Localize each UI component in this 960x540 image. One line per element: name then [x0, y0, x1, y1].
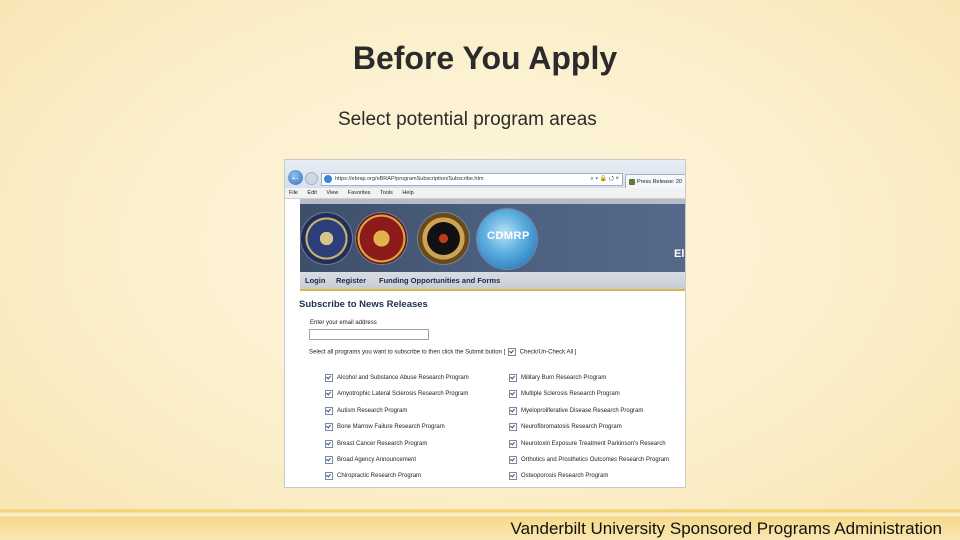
- browser-tab[interactable]: Press Release: 20: [625, 174, 685, 189]
- program-checkbox[interactable]: [325, 390, 333, 399]
- program-label: Neurofibromatosis Research Program: [521, 424, 622, 431]
- program-label: Alcohol and Substance Abuse Research Pro…: [337, 375, 469, 381]
- email-label: Enter your email address: [310, 320, 377, 326]
- dod-seal-icon: [301, 213, 352, 264]
- usamrmc-seal-icon: [418, 213, 469, 264]
- back-arrow-icon[interactable]: ←: [288, 170, 303, 185]
- program-checkbox[interactable]: [325, 455, 333, 464]
- program-label: Autism Research Program: [337, 407, 408, 414]
- nav-login[interactable]: Login: [305, 272, 325, 289]
- address-bar: ← https://ebrap.org/eBRAP/programSubscri…: [285, 160, 685, 189]
- program-checkbox[interactable]: [509, 439, 517, 448]
- program-checkbox[interactable]: [509, 390, 517, 399]
- banner-edge-text: El: [674, 248, 685, 260]
- program-checkbox[interactable]: [509, 423, 517, 432]
- program-checkbox[interactable]: [509, 374, 517, 382]
- tab-favicon-icon: [629, 178, 635, 185]
- program-label: Multiple Sclerosis Research Program: [521, 391, 620, 398]
- program-label: Bone Marrow Failure Research Program: [337, 424, 445, 431]
- menu-help[interactable]: Help: [402, 190, 413, 196]
- program-label: Neurotoxin Exposure Treatment Parkinson'…: [521, 440, 666, 447]
- menu-favorites[interactable]: Favorites: [348, 190, 371, 196]
- menu-tools[interactable]: Tools: [380, 190, 393, 196]
- slide-title: Before You Apply: [352, 40, 618, 76]
- page-gutter: [285, 199, 300, 487]
- cdmrp-logo-text: CDMRP: [487, 230, 530, 242]
- nav-register[interactable]: Register: [336, 272, 366, 289]
- program-checkbox[interactable]: [325, 439, 333, 448]
- program-label: Breast Cancer Research Program: [337, 440, 428, 447]
- program-checkbox[interactable]: [325, 406, 333, 415]
- program-label: Myeloproliferative Disease Research Prog…: [521, 407, 644, 414]
- select-all-instructions: Select all programs you want to subscrib…: [309, 349, 506, 356]
- browser-screenshot: ← https://ebrap.org/eBRAP/programSubscri…: [285, 160, 685, 487]
- menu-view[interactable]: View: [326, 190, 338, 196]
- url-input[interactable]: https://ebrap.org/eBRAP/programSubscript…: [321, 173, 623, 186]
- program-checkbox[interactable]: [509, 472, 517, 481]
- check-all-label: Check/Un-Check All ]: [519, 349, 577, 356]
- check-all-checkbox[interactable]: [508, 348, 517, 356]
- program-label: Amyotrophic Lateral Sclerosis Research P…: [337, 391, 469, 398]
- program-checkbox[interactable]: [325, 374, 333, 382]
- menu-file[interactable]: File: [289, 190, 298, 196]
- program-checkbox[interactable]: [325, 472, 333, 481]
- program-label: Osteoporosis Research Program: [521, 473, 609, 480]
- url-controls-icons[interactable]: ⌕ ▾ 🔒 ⭯ ×: [590, 174, 619, 185]
- site-nav: Login Register Funding Opportunities and…: [300, 272, 685, 291]
- email-field[interactable]: [309, 329, 429, 340]
- section-title: Subscribe to News Releases: [299, 299, 428, 310]
- url-text: https://ebrap.org/eBRAP/programSubscript…: [335, 176, 484, 182]
- program-label: Chiropractic Research Program: [337, 473, 422, 480]
- forward-icon[interactable]: [305, 172, 318, 185]
- menu-bar: File Edit View Favorites Tools Help: [285, 188, 685, 199]
- menu-edit[interactable]: Edit: [307, 190, 316, 196]
- program-checkbox[interactable]: [325, 423, 333, 432]
- program-label: Broad Agency Announcement: [337, 456, 417, 463]
- program-label: Military Burn Research Program: [521, 375, 607, 381]
- army-medical-seal-icon: [356, 213, 407, 264]
- select-all-row: Select all programs you want to subscrib…: [309, 348, 576, 356]
- tab-label: Press Release: 20: [637, 179, 682, 185]
- nav-funding-opportunities[interactable]: Funding Opportunities and Forms: [379, 272, 500, 289]
- slide-subtitle: Select potential program areas: [338, 109, 597, 130]
- program-label: Orthotics and Prosthetics Outcomes Resea…: [521, 456, 670, 463]
- site-favicon-icon: [324, 175, 332, 183]
- site-banner: CDMRP El: [300, 204, 685, 272]
- footer-text: Vanderbilt University Sponsored Programs…: [510, 519, 943, 538]
- program-checkbox[interactable]: [509, 406, 517, 415]
- program-checkbox[interactable]: [509, 455, 517, 464]
